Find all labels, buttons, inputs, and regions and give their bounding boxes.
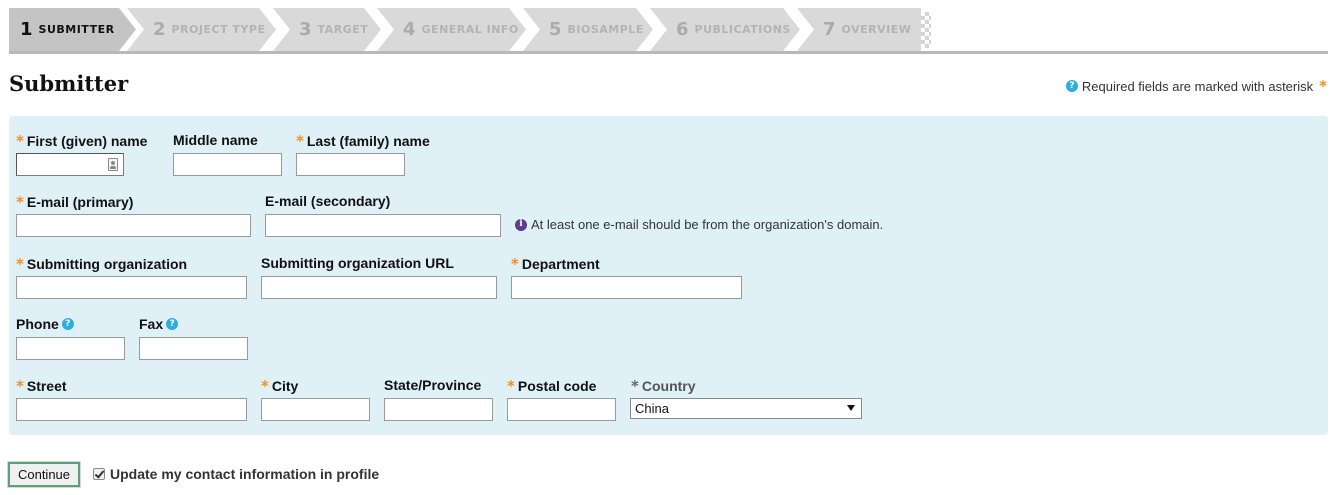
first-name-label-text: First (given) name	[26, 133, 148, 149]
required-asterisk: *	[16, 193, 24, 211]
email-domain-hint: i At least one e-mail should be from the…	[515, 217, 883, 232]
state-label-text: State/Province	[384, 377, 482, 393]
wizard-step-label: TARGET	[317, 23, 369, 36]
organization-url-label-text: Submitting organization URL	[261, 255, 454, 271]
city-label-text: City	[271, 378, 299, 394]
wizard-step-biosample[interactable]: 5 BIOSAMPLE	[538, 8, 644, 51]
page-title: Submitter	[9, 71, 129, 96]
department-input[interactable]	[511, 276, 742, 299]
street-label: * Street	[16, 377, 67, 395]
country-label-text: Country	[641, 378, 696, 394]
required-asterisk: *	[261, 377, 269, 395]
contact-card-icon[interactable]	[108, 158, 118, 171]
email-primary-label: * E-mail (primary)	[16, 193, 133, 211]
required-fields-note: ? Required fields are marked with asteri…	[1065, 77, 1327, 95]
update-profile-label: Update my contact information in profile	[110, 466, 380, 482]
continue-button[interactable]: Continue	[7, 461, 81, 488]
fax-help-icon[interactable]: ?	[166, 318, 179, 330]
wizard-step-general-info[interactable]: 4 GENERAL INFO	[392, 8, 519, 51]
wizard-baseline	[9, 51, 1328, 54]
last-name-label-text: Last (family) name	[306, 133, 430, 149]
wizard-step-number: 4	[403, 19, 416, 40]
middle-name-label: Middle name	[173, 132, 258, 148]
email-secondary-input[interactable]	[265, 214, 501, 237]
update-profile-option[interactable]: Update my contact information in profile	[93, 466, 379, 482]
required-asterisk: *	[16, 132, 24, 150]
first-name-label: * First (given) name	[16, 132, 147, 150]
postal-code-input[interactable]	[507, 398, 616, 421]
department-label: * Department	[511, 255, 600, 273]
fax-label-text: Fax	[139, 316, 164, 332]
phone-input[interactable]	[16, 337, 125, 360]
required-asterisk: *	[16, 377, 24, 395]
wizard-steps: 1 SUBMITTER 2 PROJECT TYPE 3 TARGET 4 GE…	[9, 8, 1328, 54]
wizard-step-label: OVERVIEW	[841, 23, 912, 36]
fax-label: Fax ?	[139, 316, 179, 332]
wizard-step-submitter[interactable]: 1 SUBMITTER	[9, 8, 115, 51]
phone-help-icon[interactable]: ?	[61, 318, 74, 330]
organization-url-input[interactable]	[261, 276, 497, 299]
wizard-step-number: 2	[153, 19, 166, 40]
wizard-step-overview[interactable]: 7 OVERVIEW	[812, 8, 911, 51]
city-input[interactable]	[261, 398, 370, 421]
email-primary-input[interactable]	[16, 214, 251, 237]
update-profile-checkbox[interactable]	[93, 468, 105, 480]
required-note-text: Required fields are marked with asterisk	[1081, 78, 1314, 94]
info-icon: i	[515, 218, 527, 231]
wizard-step-number: 3	[299, 19, 312, 40]
required-asterisk: *	[16, 255, 24, 273]
wizard-step-label: GENERAL INFO	[421, 23, 519, 36]
organization-input[interactable]	[16, 276, 247, 299]
organization-url-label: Submitting organization URL	[261, 255, 454, 271]
country-select[interactable]: China	[630, 398, 862, 419]
street-input[interactable]	[16, 398, 247, 421]
email-primary-label-text: E-mail (primary)	[26, 194, 134, 210]
wizard-step-label: SUBMITTER	[38, 23, 115, 36]
postal-code-label-text: Postal code	[517, 378, 597, 394]
state-input[interactable]	[384, 398, 493, 421]
wizard-end-pattern	[921, 12, 931, 48]
fax-input[interactable]	[139, 337, 248, 360]
help-icon[interactable]: ?	[1065, 80, 1078, 92]
postal-code-label: * Postal code	[507, 377, 596, 395]
wizard-step-number: 7	[823, 19, 836, 40]
email-secondary-label-text: E-mail (secondary)	[265, 193, 391, 209]
required-asterisk: *	[631, 377, 639, 395]
country-label: * Country	[631, 377, 696, 395]
street-label-text: Street	[26, 378, 67, 394]
wizard-step-publications[interactable]: 6 PUBLICATIONS	[665, 8, 791, 51]
required-asterisk: *	[511, 255, 519, 273]
state-label: State/Province	[384, 377, 481, 393]
email-hint-text: At least one e-mail should be from the o…	[531, 217, 884, 232]
country-selected-value: China	[635, 401, 669, 416]
wizard-step-project-type[interactable]: 2 PROJECT TYPE	[142, 8, 265, 51]
wizard-step-label: BIOSAMPLE	[567, 23, 644, 36]
dropdown-arrow-icon	[847, 405, 855, 411]
last-name-input[interactable]	[296, 153, 405, 176]
last-name-label: * Last (family) name	[296, 132, 430, 150]
organization-label-text: Submitting organization	[26, 256, 188, 272]
middle-name-label-text: Middle name	[173, 132, 258, 148]
city-label: * City	[261, 377, 298, 395]
wizard-step-label: PROJECT TYPE	[171, 23, 266, 36]
wizard-step-number: 5	[549, 19, 562, 40]
organization-label: * Submitting organization	[16, 255, 187, 273]
required-asterisk: *	[507, 377, 515, 395]
wizard-step-label: PUBLICATIONS	[694, 23, 791, 36]
phone-label: Phone ?	[16, 316, 74, 332]
wizard-step-number: 6	[676, 19, 689, 40]
required-asterisk: *	[1319, 77, 1327, 95]
wizard-step-number: 1	[20, 19, 33, 40]
department-label-text: Department	[521, 256, 600, 272]
email-secondary-label: E-mail (secondary)	[265, 193, 390, 209]
phone-label-text: Phone	[16, 316, 59, 332]
middle-name-input[interactable]	[173, 153, 282, 176]
required-asterisk: *	[296, 132, 304, 150]
wizard-step-target[interactable]: 3 TARGET	[288, 8, 368, 51]
